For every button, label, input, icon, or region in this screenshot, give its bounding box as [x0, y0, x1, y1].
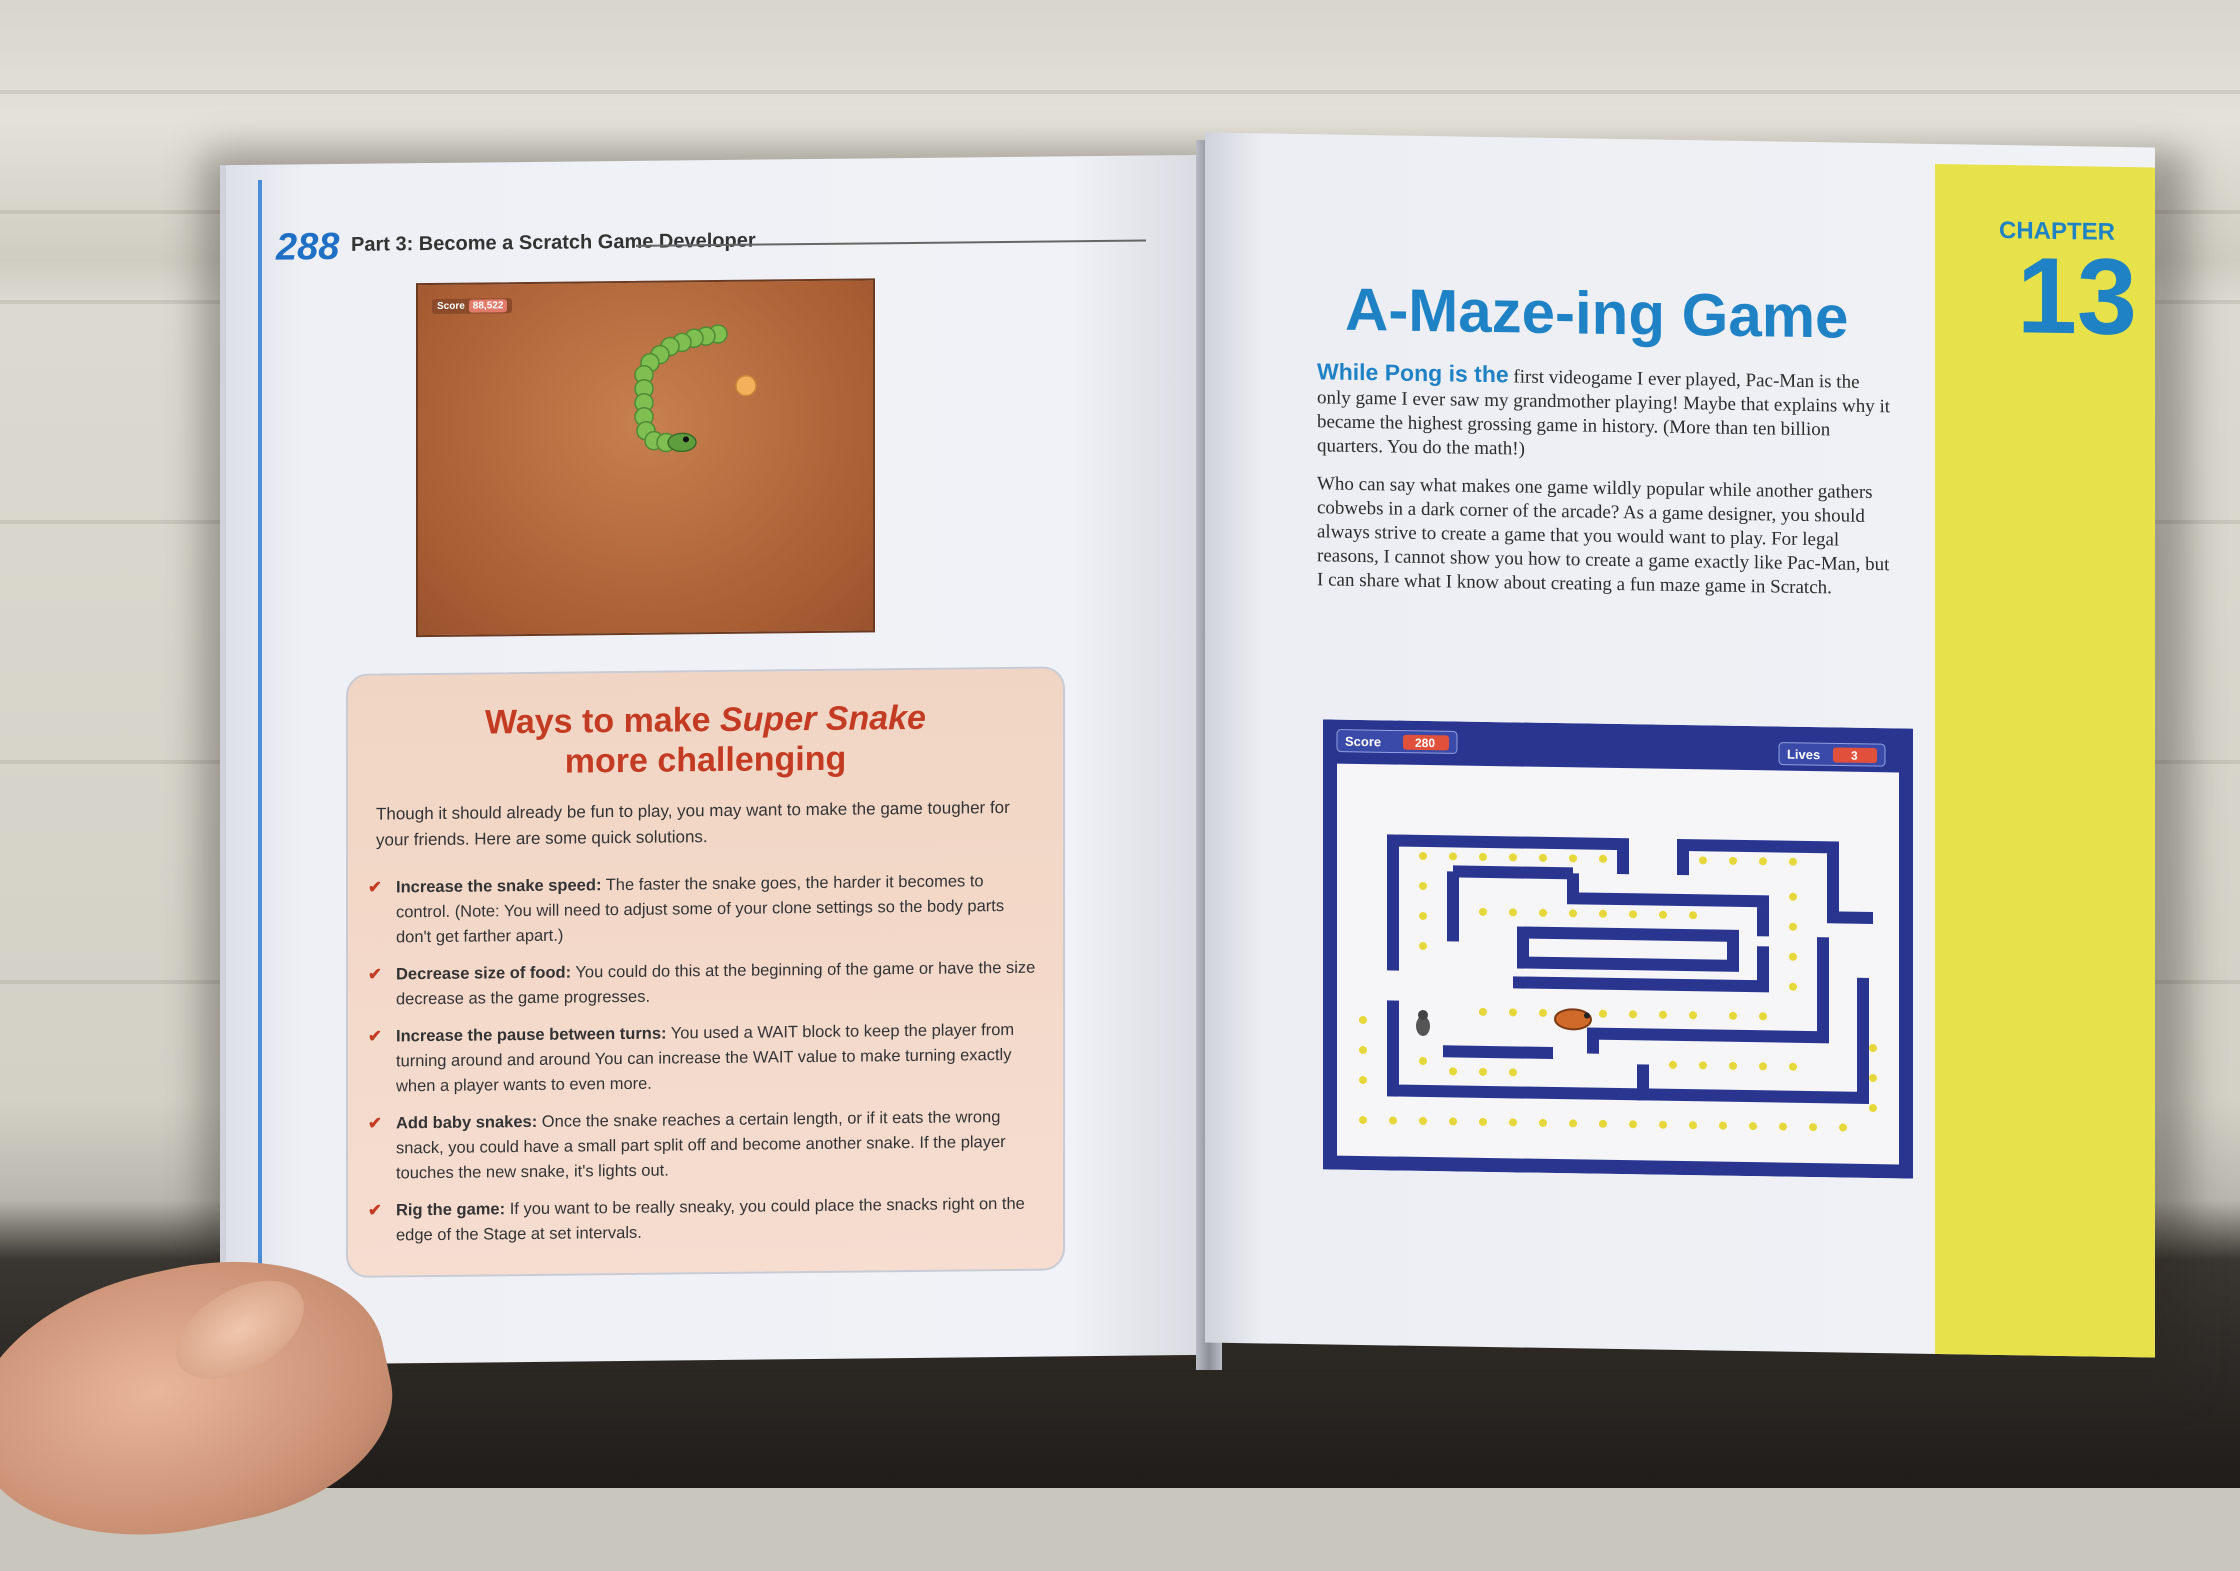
snake-sprite [634, 324, 757, 453]
item-bold: Add baby snakes: [396, 1112, 538, 1133]
sidebar-title-prefix: Ways to make [485, 700, 720, 742]
checkmark-icon: ✔ [368, 1201, 382, 1220]
sidebar-title-italic: Super Snake [719, 698, 926, 739]
chapter-intro-text: While Pong is the first videogame I ever… [1317, 358, 1892, 615]
lives-value: 3 [1851, 749, 1858, 763]
chapter-title: A-Maze-ing Game [1345, 275, 1849, 351]
list-item: ✔ Rig the game: If you want to be really … [368, 1192, 1039, 1249]
page-number: 288 [276, 225, 340, 269]
item-bold: Rig the game: [396, 1200, 506, 1220]
food-pellet [735, 374, 757, 397]
list-item: ✔ Increase the snake speed: The faster th… [368, 869, 1039, 951]
list-item: ✔ Add baby snakes: Once the snake reaches… [368, 1105, 1039, 1187]
sidebar-list: ✔ Increase the snake speed: The faster th… [368, 869, 1039, 1261]
lives-label: Lives [1787, 747, 1820, 763]
paragraph-2: Who can say what makes one game wildly p… [1317, 473, 1890, 599]
checkmark-icon: ✔ [368, 1027, 382, 1046]
list-item: ✔ Increase the pause between turns: You u… [368, 1018, 1039, 1100]
right-page: CHAPTER 13 A-Maze-ing Game While Pong is… [1205, 132, 2155, 1358]
score-value: 280 [1415, 736, 1435, 750]
sidebar-title: Ways to make Super Snake more challengin… [348, 696, 1063, 783]
sidebar-title-suffix: more challenging [564, 739, 847, 781]
item-bold: Decrease size of food: [396, 963, 572, 984]
checkmark-icon: ✔ [368, 965, 382, 984]
page-edge-marker [258, 180, 262, 1330]
sidebar-intro: Though it should already be fun to play,… [376, 797, 1010, 850]
player-sprite [1554, 1008, 1592, 1031]
lives-display: Lives 3 [1778, 742, 1886, 767]
maze-game-screenshot: Score 280 Lives 3 [1323, 719, 1913, 1179]
item-bold: Increase the snake speed: [396, 876, 602, 897]
running-head: Part 3: Become a Scratch Game Developer [351, 229, 756, 256]
score-label: Score [1345, 734, 1381, 750]
list-item: ✔ Decrease size of food: You could do thi… [368, 956, 1039, 1013]
lead-in: While Pong is the [1317, 358, 1509, 388]
checkmark-icon: ✔ [368, 1114, 382, 1133]
sidebar-tips-box: Ways to make Super Snake more challengin… [346, 666, 1065, 1278]
snake-game-screenshot: Score 88,522 [416, 278, 875, 638]
left-page: 288 Part 3: Become a Scratch Game Develo… [220, 154, 1216, 1366]
checkmark-icon: ✔ [368, 878, 382, 897]
item-bold: Increase the pause between turns: [396, 1024, 667, 1046]
chapter-number: 13 [2016, 234, 2137, 358]
score-display: Score 280 [1336, 729, 1458, 754]
paragraph-1: While Pong is the first videogame I ever… [1317, 358, 1892, 467]
